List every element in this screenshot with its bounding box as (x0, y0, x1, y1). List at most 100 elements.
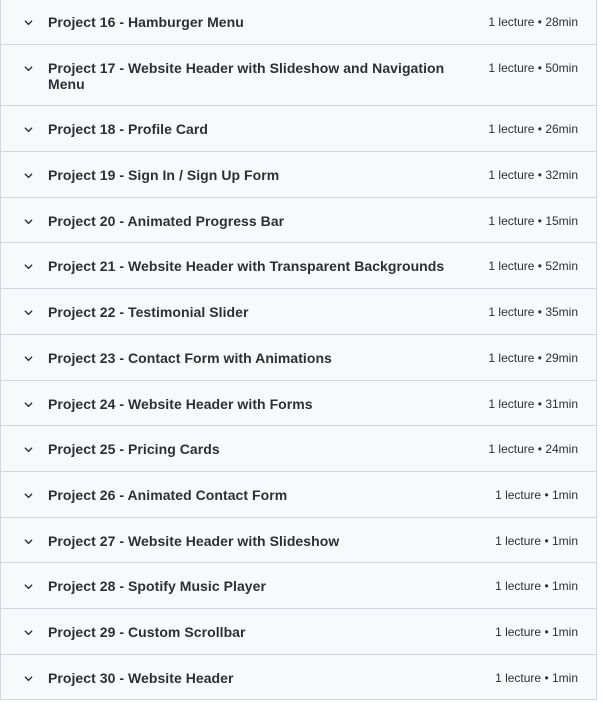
lecture-count: 1 lecture (488, 351, 535, 365)
section-title: Project 16 - Hamburger Menu (48, 14, 244, 30)
chevron-down-icon[interactable] (21, 15, 35, 29)
chevron-down-icon[interactable] (21, 625, 35, 639)
course-curriculum: Project 16 - Hamburger Menu 1 lecture • 2… (0, 0, 597, 700)
section-title: Project 28 - Spotify Music Player (48, 578, 266, 594)
chevron-down-icon[interactable] (21, 579, 35, 593)
lecture-count: 1 lecture (488, 305, 535, 319)
section-title: Project 30 - Website Header (48, 670, 234, 686)
curriculum-section[interactable]: Project 27 - Website Header with Slidesh… (1, 518, 596, 563)
chevron-down-icon[interactable] (21, 122, 35, 136)
section-meta: 1 lecture • 31min (488, 396, 578, 412)
lecture-count: 1 lecture (495, 671, 542, 685)
lecture-count: 1 lecture (495, 579, 542, 593)
meta-separator: • (541, 534, 552, 548)
curriculum-section[interactable]: Project 30 - Website Header 1 lecture • 1… (1, 655, 596, 700)
chevron-down-icon[interactable] (21, 397, 35, 411)
section-duration: 1min (551, 579, 578, 593)
chevron-down-icon[interactable] (21, 671, 35, 685)
lecture-count: 1 lecture (495, 488, 542, 502)
section-title: Project 22 - Testimonial Slider (48, 304, 249, 320)
chevron-down-icon[interactable] (21, 259, 35, 273)
lecture-count: 1 lecture (495, 534, 542, 548)
meta-separator: • (534, 305, 546, 319)
section-title: Project 18 - Profile Card (48, 121, 208, 137)
lecture-count: 1 lecture (488, 122, 535, 136)
section-title: Project 27 - Website Header with Slidesh… (48, 533, 340, 549)
curriculum-section[interactable]: Project 20 - Animated Progress Bar 1 lect… (1, 198, 596, 243)
section-duration: 32min (545, 168, 578, 182)
section-title: Project 20 - Animated Progress Bar (48, 213, 285, 229)
chevron-down-icon[interactable] (21, 488, 35, 502)
lecture-count: 1 lecture (488, 397, 535, 411)
curriculum-section[interactable]: Project 26 - Animated Contact Form 1 lect… (1, 472, 596, 518)
meta-separator: • (541, 625, 552, 639)
meta-separator: • (534, 61, 546, 75)
section-meta: 1 lecture • 1min (495, 578, 578, 594)
lecture-count: 1 lecture (495, 625, 542, 639)
lecture-count: 1 lecture (488, 15, 535, 29)
meta-separator: • (534, 351, 546, 365)
section-duration: 26min (545, 122, 578, 136)
section-title: Project 25 - Pricing Cards (48, 441, 220, 457)
section-title: Project 21 - Website Header with Transpa… (48, 258, 445, 274)
meta-separator: • (534, 168, 546, 182)
meta-separator: • (534, 214, 546, 228)
section-duration: 50min (545, 61, 578, 75)
curriculum-section[interactable]: Project 28 - Spotify Music Player 1 lectu… (1, 563, 596, 609)
curriculum-section[interactable]: Project 21 - Website Header with Transpa… (1, 243, 596, 289)
section-title: Project 23 - Contact Form with Animation… (48, 350, 332, 366)
meta-separator: • (534, 442, 546, 456)
section-title: Project 26 - Animated Contact Form (48, 487, 288, 503)
section-duration: 28min (545, 15, 578, 29)
curriculum-section[interactable]: Project 22 - Testimonial Slider 1 lecture… (1, 289, 596, 335)
meta-separator: • (541, 671, 552, 685)
chevron-down-icon[interactable] (21, 305, 35, 319)
lecture-count: 1 lecture (488, 168, 535, 182)
curriculum-section[interactable]: Project 29 - Custom Scrollbar 1 lecture •… (1, 609, 596, 655)
section-duration: 1min (551, 671, 578, 685)
section-meta: 1 lecture • 28min (488, 14, 578, 30)
section-title: Project 17 - Website Header with Slidesh… (48, 60, 445, 92)
meta-separator: • (534, 15, 546, 29)
section-duration: 1min (551, 488, 578, 502)
section-duration: 31min (545, 397, 578, 411)
section-duration: 24min (545, 442, 578, 456)
meta-separator: • (541, 579, 552, 593)
section-duration: 52min (545, 259, 578, 273)
section-meta: 1 lecture • 24min (488, 441, 578, 457)
curriculum-section[interactable]: Project 23 - Contact Form with Animation… (1, 335, 596, 381)
section-duration: 35min (545, 305, 578, 319)
meta-separator: • (534, 122, 546, 136)
meta-separator: • (534, 259, 546, 273)
section-duration: 15min (545, 214, 578, 228)
lecture-count: 1 lecture (488, 214, 535, 228)
curriculum-section[interactable]: Project 24 - Website Header with Forms 1 … (1, 381, 596, 426)
section-meta: 1 lecture • 32min (488, 167, 578, 183)
meta-separator: • (534, 397, 546, 411)
lecture-count: 1 lecture (488, 442, 535, 456)
section-meta: 1 lecture • 35min (488, 304, 578, 320)
section-meta: 1 lecture • 1min (495, 624, 578, 640)
section-title: Project 29 - Custom Scrollbar (48, 624, 246, 640)
chevron-down-icon[interactable] (21, 534, 35, 548)
lecture-count: 1 lecture (488, 259, 535, 273)
chevron-down-icon[interactable] (21, 442, 35, 456)
section-duration: 1min (551, 625, 578, 639)
section-meta: 1 lecture • 26min (488, 121, 578, 137)
chevron-down-icon[interactable] (21, 214, 35, 228)
section-duration: 1min (551, 534, 578, 548)
curriculum-section[interactable]: Project 18 - Profile Card 1 lecture • 26m… (1, 106, 596, 152)
chevron-down-icon[interactable] (21, 168, 35, 182)
curriculum-section[interactable]: Project 16 - Hamburger Menu 1 lecture • 2… (1, 0, 596, 45)
curriculum-section[interactable]: Project 17 - Website Header with Slidesh… (1, 45, 596, 106)
section-title: Project 19 - Sign In / Sign Up Form (48, 167, 280, 183)
section-meta: 1 lecture • 52min (488, 258, 578, 274)
section-meta: 1 lecture • 1min (495, 487, 578, 503)
section-duration: 29min (545, 351, 578, 365)
section-meta: 1 lecture • 1min (495, 533, 578, 549)
curriculum-section[interactable]: Project 25 - Pricing Cards 1 lecture • 24… (1, 426, 596, 472)
curriculum-section[interactable]: Project 19 - Sign In / Sign Up Form 1 lec… (1, 152, 596, 198)
chevron-down-icon[interactable] (21, 61, 35, 75)
chevron-down-icon[interactable] (21, 351, 35, 365)
section-title: Project 24 - Website Header with Forms (48, 396, 313, 412)
